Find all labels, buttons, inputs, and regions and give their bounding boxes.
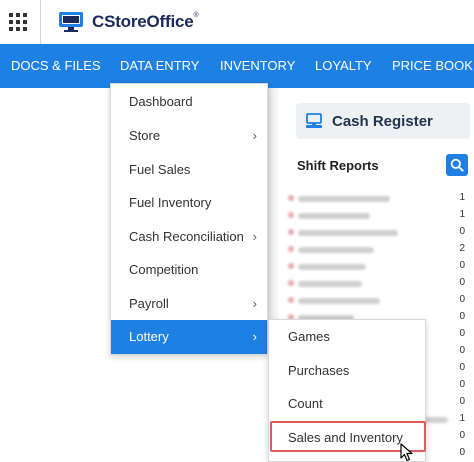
report-count: 0: [459, 311, 465, 322]
report-count: 0: [459, 260, 465, 271]
shift-report-row[interactable]: 0: [280, 258, 474, 275]
brand-name: CStoreOffice: [92, 12, 194, 31]
lottery-submenu: Games Purchases Count Sales and Inventor…: [268, 319, 426, 462]
report-count: 0: [459, 294, 465, 305]
cash-register-title: Cash Register: [332, 112, 433, 130]
chevron-right-icon: ›: [252, 128, 257, 143]
chevron-right-icon: ›: [252, 329, 257, 344]
menu-item-label: Cash Reconciliation: [129, 229, 244, 244]
header-divider: [40, 0, 41, 44]
main-nav: DOCS & FILES DATA ENTRY INVENTORY LOYALT…: [0, 44, 474, 88]
menu-item-lottery[interactable]: Lottery ›: [111, 320, 267, 354]
chevron-right-icon: ›: [252, 229, 257, 244]
redacted-status-dot: [288, 212, 294, 218]
redacted-report-name: [298, 264, 366, 270]
grid-icon[interactable]: [9, 13, 27, 31]
redacted-report-name: [298, 247, 374, 253]
report-count: 0: [459, 277, 465, 288]
redacted-report-name: [298, 196, 390, 202]
menu-item-label: Fuel Sales: [129, 162, 191, 177]
menu-item-label: Dashboard: [129, 94, 193, 109]
nav-docs-files[interactable]: DOCS & FILES: [11, 44, 101, 88]
nav-data-entry[interactable]: DATA ENTRY: [120, 44, 199, 88]
chevron-right-icon: ›: [252, 296, 257, 311]
nav-loyalty[interactable]: LOYALTY: [315, 44, 372, 88]
submenu-item-purchases[interactable]: Purchases: [269, 354, 425, 388]
redacted-status-dot: [288, 297, 294, 303]
shift-report-row[interactable]: 2: [280, 241, 474, 258]
submenu-item-sales-and-inventory[interactable]: Sales and Inventory: [269, 421, 425, 455]
redacted-status-dot: [288, 229, 294, 235]
data-entry-dropdown: Dashboard Store › Fuel Sales Fuel Invent…: [110, 83, 268, 355]
shift-report-row[interactable]: 1: [280, 207, 474, 224]
menu-item-fuel-sales[interactable]: Fuel Sales: [111, 153, 267, 187]
redacted-report-name: [298, 213, 370, 219]
report-count: 0: [459, 447, 465, 458]
monitor-logo-icon: [59, 12, 83, 32]
report-count: 1: [459, 209, 465, 220]
shift-report-row[interactable]: 0: [280, 275, 474, 292]
redacted-report-name: [298, 230, 398, 236]
report-count: 1: [459, 192, 465, 203]
nav-inventory[interactable]: INVENTORY: [220, 44, 295, 88]
menu-item-label: Fuel Inventory: [129, 195, 212, 210]
redacted-status-dot: [288, 195, 294, 201]
nav-price-book[interactable]: PRICE BOOK: [392, 44, 473, 88]
redacted-report-name: [298, 298, 380, 304]
menu-item-dashboard[interactable]: Dashboard: [111, 85, 267, 119]
menu-item-label: Competition: [129, 262, 199, 277]
menu-item-payroll[interactable]: Payroll ›: [111, 287, 267, 321]
search-icon: [450, 158, 464, 172]
menu-item-store[interactable]: Store ›: [111, 119, 267, 153]
report-count: 0: [459, 328, 465, 339]
report-count: 2: [459, 243, 465, 254]
report-count: 0: [459, 345, 465, 356]
report-count: 0: [459, 226, 465, 237]
redacted-status-dot: [288, 246, 294, 252]
report-count: 0: [459, 362, 465, 373]
shift-report-row[interactable]: 0: [280, 292, 474, 309]
top-header: CStoreOffice®: [0, 0, 474, 44]
menu-item-label: Payroll: [129, 296, 169, 311]
menu-item-label: Lottery: [129, 329, 169, 344]
menu-item-label: Store: [129, 128, 161, 143]
cash-register-header: Cash Register: [296, 103, 470, 139]
menu-item-fuel-inventory[interactable]: Fuel Inventory: [111, 186, 267, 220]
menu-item-competition[interactable]: Competition: [111, 253, 267, 287]
report-count: 0: [459, 396, 465, 407]
brand-registered-mark: ®: [193, 12, 199, 19]
shift-report-row[interactable]: 0: [280, 224, 474, 241]
submenu-item-count[interactable]: Count: [269, 387, 425, 421]
redacted-status-dot: [288, 280, 294, 286]
report-count: 1: [459, 413, 465, 424]
cash-register-icon: [306, 113, 322, 128]
redacted-status-dot: [288, 263, 294, 269]
shift-report-row[interactable]: 1: [280, 190, 474, 207]
submenu-item-games[interactable]: Games: [269, 320, 425, 354]
shift-reports-title: Shift Reports: [297, 158, 379, 173]
report-count: 0: [459, 430, 465, 441]
report-count: 0: [459, 379, 465, 390]
search-button[interactable]: [446, 154, 468, 176]
redacted-report-name: [298, 281, 362, 287]
menu-item-cash-reconciliation[interactable]: Cash Reconciliation ›: [111, 220, 267, 254]
brand-logo[interactable]: CStoreOffice®: [58, 10, 199, 34]
